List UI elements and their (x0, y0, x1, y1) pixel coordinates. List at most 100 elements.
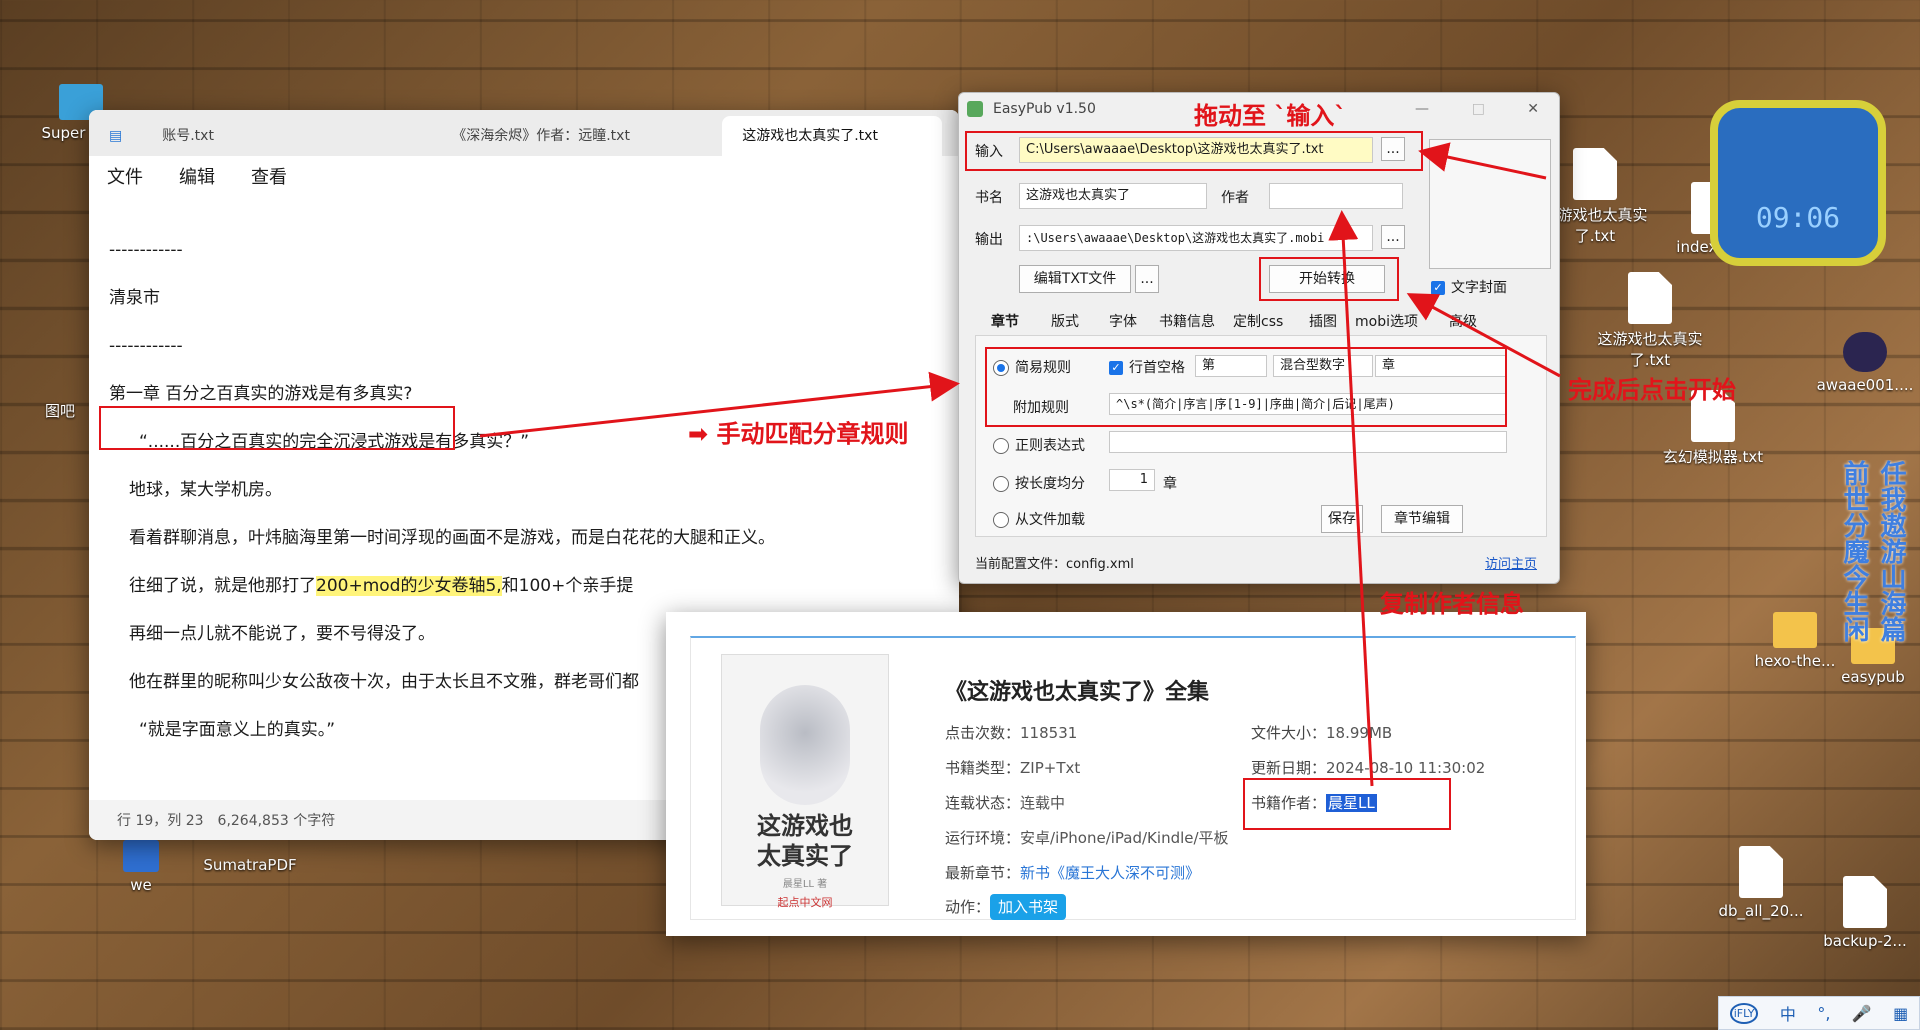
length-unit-label: 章 (1163, 476, 1177, 492)
kv-label: 更新日期： (1251, 759, 1327, 777)
type-value: ZIP+Txt (1020, 759, 1081, 777)
chapter-edit-button[interactable]: 章节编辑 (1381, 505, 1463, 533)
kv-label: 点击次数： (945, 724, 1021, 742)
ime-mic-icon[interactable]: 🎤 (1852, 1004, 1872, 1023)
from-file-radio[interactable]: 从文件加载 (993, 509, 1085, 529)
text-span: 往细了说，就是他那打了 (129, 576, 316, 596)
input-highlight-box (965, 131, 1423, 171)
tab-layout[interactable]: 版式 (1051, 311, 1079, 331)
cover-preview (1429, 139, 1551, 269)
radio-unselected-icon (993, 512, 1009, 528)
book-name-field[interactable]: 这游戏也太真实了 (1019, 183, 1207, 209)
desktop-icon-awaae[interactable]: awaae001.... (1810, 332, 1920, 394)
notepad-tab-bar: ▤ 账号.txt 《深海余烬》作者：远瞳.txt 这游戏也太真实了.txt (89, 110, 959, 156)
size-row: 文件大小：18.99MB (1251, 722, 1392, 743)
annotation-copy-author: 复制作者信息 (1380, 590, 1524, 618)
ime-toolbar: iFLY 中 °, 🎤 ▦ (1718, 996, 1920, 1030)
from-file-label: 从文件加载 (1015, 512, 1085, 528)
poster-text: 任我遨游山海篇 前世分魔今生闲 (1840, 460, 1906, 642)
window-title: EasyPub v1.50 (993, 101, 1096, 117)
browse-output-button[interactable]: ... (1381, 225, 1405, 249)
kv-label: 动作： (945, 898, 991, 916)
desktop-icon-txt-file-2[interactable]: 这游戏也太真实了.txt (1590, 272, 1710, 370)
regex-select[interactable] (1109, 431, 1507, 453)
latest-chapter-link[interactable]: 新书《魔王大人深不可测》 (1020, 864, 1200, 882)
status-value: 连载中 (1020, 794, 1066, 812)
status-row: 连载状态：连载中 (945, 792, 1065, 813)
book-title: 《这游戏也太真实了》全集 (945, 680, 1210, 705)
ime-logo-icon[interactable]: iFLY (1729, 1002, 1759, 1024)
length-stepper[interactable]: 1 (1109, 469, 1155, 491)
desktop-icon-tuba[interactable]: 图吧 (30, 400, 90, 421)
text-line: 清泉市 (109, 288, 160, 308)
cover-brand: 起点中文网 (777, 896, 833, 909)
minimize-icon[interactable]: — (1415, 93, 1429, 125)
clock-time: 09:06 (1755, 201, 1841, 234)
tab-book-info[interactable]: 书籍信息 (1159, 311, 1215, 331)
easypub-window: EasyPub v1.50 — □ ✕ 输入 C:\Users\awaaae\D… (958, 92, 1560, 584)
cat-illustration (760, 685, 850, 805)
output-path-field[interactable]: :\Users\awaaae\Desktop\这游戏也太真实了.mobi (1019, 225, 1373, 251)
edit-txt-button[interactable]: 编辑TXT文件 (1019, 265, 1131, 293)
menu-edit[interactable]: 编辑 (179, 163, 215, 189)
highlighted-text: 200+mod的少女卷轴5, (316, 576, 502, 596)
radio-unselected-icon (993, 438, 1009, 454)
menu-view[interactable]: 查看 (251, 163, 287, 189)
kv-label: 文件大小： (1251, 724, 1327, 742)
text-line: ------------ (109, 336, 183, 356)
output-label: 输出 (975, 232, 1003, 248)
tab-shenhai[interactable]: 《深海余烬》作者：远瞳.txt (432, 116, 722, 156)
notepad-app-icon: ▤ (109, 128, 123, 144)
desktop-icon-we[interactable]: we (86, 840, 196, 894)
desktop-icon-sumatrapdf[interactable]: SumatraPDF (190, 856, 310, 874)
tab-illustration[interactable]: 插图 (1309, 311, 1337, 331)
regex-radio[interactable]: 正则表达式 (993, 435, 1085, 455)
desktop-icon-backup[interactable]: backup-2... (1810, 876, 1920, 950)
homepage-link[interactable]: 访问主页 (1485, 553, 1537, 572)
ime-language-toggle[interactable]: 中 (1780, 1001, 1796, 1025)
tab-chapter[interactable]: 章节 (991, 311, 1019, 331)
desktop-icon-label: 这游戏也太真实了.txt (1597, 330, 1703, 369)
kv-label: 最新章节： (945, 864, 1021, 882)
status-position: 行 19，列 23 (117, 813, 204, 829)
by-length-radio[interactable]: 按长度均分 (993, 473, 1085, 493)
size-value: 18.99MB (1326, 724, 1393, 742)
maximize-icon[interactable]: □ (1472, 93, 1485, 125)
radio-unselected-icon (993, 476, 1009, 492)
annotation-drag: 拖动至 `输入` (1194, 102, 1347, 130)
desktop-icon-db-all[interactable]: db_all_20... (1706, 846, 1816, 920)
date-value: 2024-08-10 11:30:02 (1326, 759, 1486, 777)
app-icon (967, 101, 983, 117)
config-file-label: 当前配置文件：config.xml (975, 557, 1134, 572)
text-cover-checkbox[interactable]: ✓ 文字封面 (1431, 277, 1507, 297)
tab-account[interactable]: 账号.txt (142, 116, 432, 156)
desktop-icon-label: backup-2... (1823, 932, 1907, 950)
rule-highlight-box (985, 347, 1507, 427)
book-name-label: 书名 (975, 190, 1003, 206)
close-icon[interactable]: ✕ (1527, 93, 1539, 125)
tab-zheyouxi[interactable]: 这游戏也太真实了.txt (722, 116, 943, 156)
ime-punctuation-icon[interactable]: °, (1817, 1004, 1830, 1023)
checkbox-checked-icon: ✓ (1431, 281, 1445, 295)
status-chars: 6,264,853 个字符 (217, 813, 336, 829)
tab-mobi-options[interactable]: mobi选项 (1355, 311, 1418, 331)
book-detail-panel: 这游戏也太真实了 晨星LL 著 起点中文网 《这游戏也太真实了》全集 点击次数：… (666, 612, 1586, 936)
cover-author: 晨星LL 著 (782, 879, 828, 890)
tab-custom-css[interactable]: 定制css (1233, 311, 1283, 331)
tab-font[interactable]: 字体 (1109, 311, 1137, 331)
add-to-shelf-button[interactable]: 加入书架 (990, 894, 1067, 920)
action-row: 动作： 加入书架 (945, 894, 1067, 920)
author-field[interactable] (1269, 183, 1403, 209)
env-value: 安卓/iPhone/iPad/Kindle/平板 (1020, 829, 1229, 847)
ime-grid-icon[interactable]: ▦ (1893, 1004, 1908, 1023)
text-span: 和100+个亲手提 (501, 576, 634, 596)
clock-widget: 09:06 (1710, 100, 1886, 266)
tab-advanced[interactable]: 高级 (1449, 311, 1477, 331)
cover-title: 这游戏也太真实了 (757, 812, 853, 870)
edit-txt-more-button[interactable]: ... (1135, 265, 1159, 293)
save-button[interactable]: 保存 (1321, 505, 1363, 533)
menu-file[interactable]: 文件 (107, 163, 143, 189)
desktop-icon-label: 图吧 (44, 402, 75, 420)
env-row: 运行环境：安卓/iPhone/iPad/Kindle/平板 (945, 827, 1229, 848)
kv-label: 连载状态： (945, 794, 1021, 812)
